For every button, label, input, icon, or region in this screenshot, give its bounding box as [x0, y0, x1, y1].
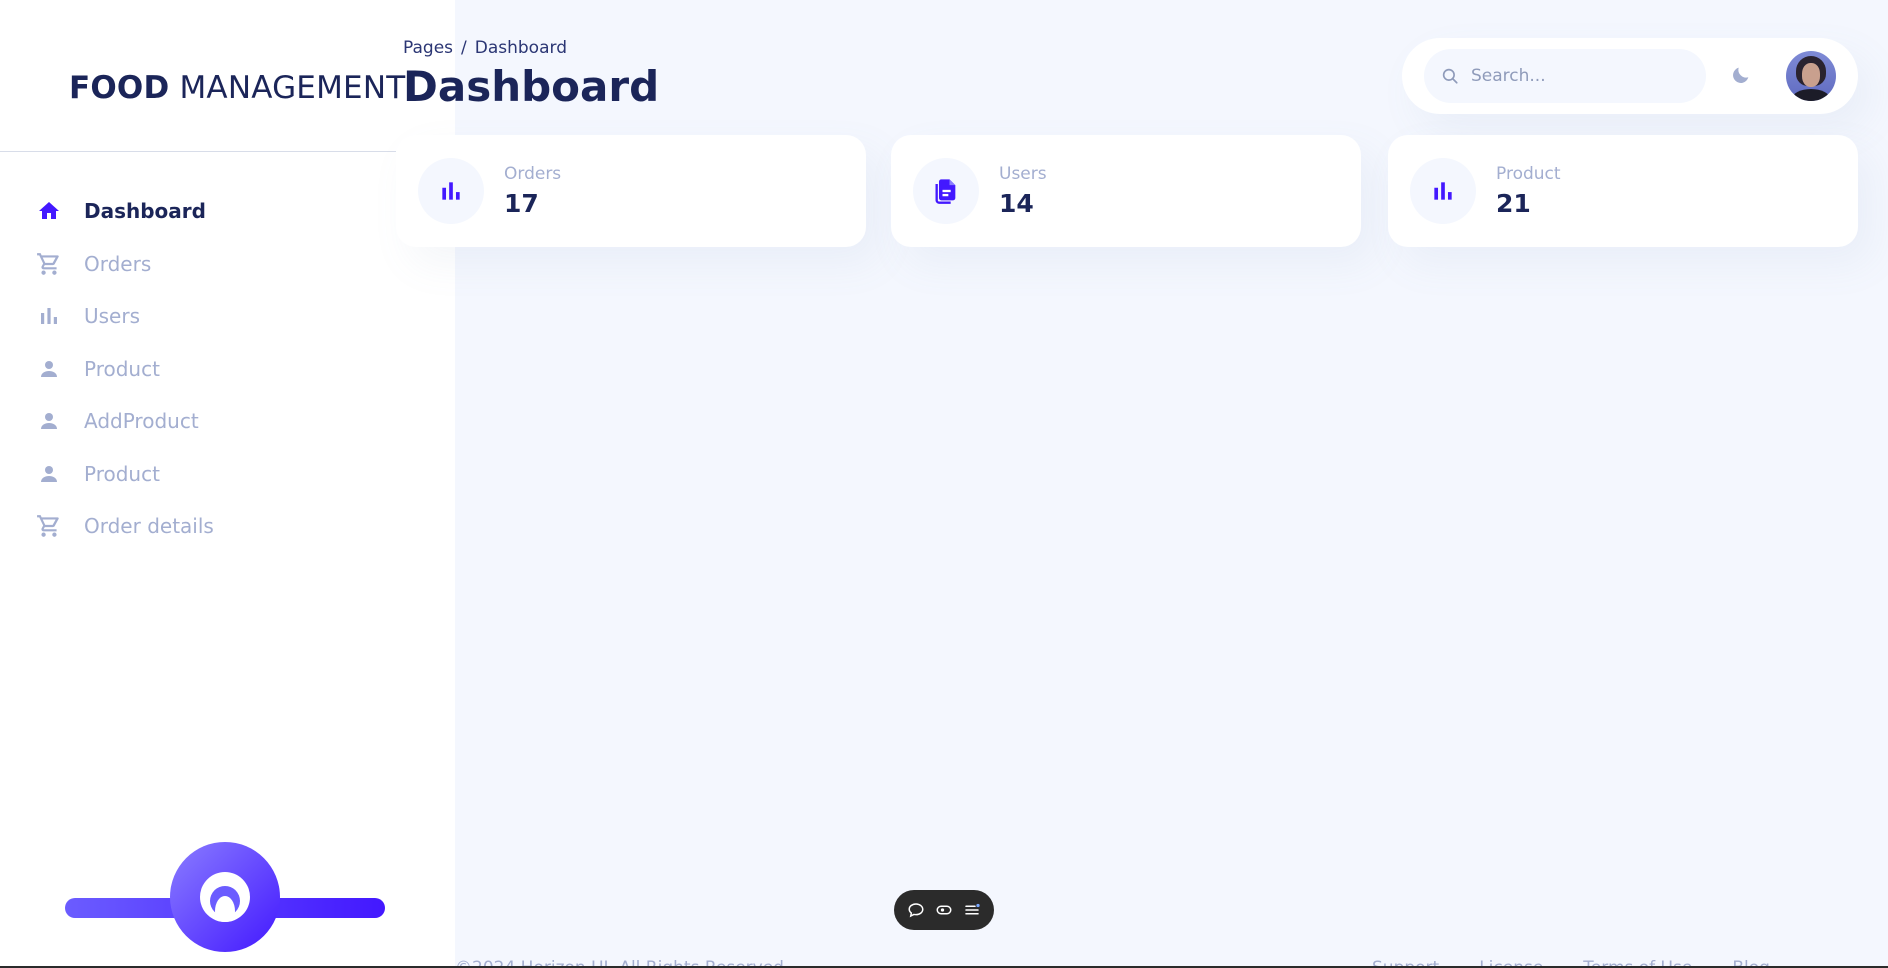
menu-icon[interactable]	[961, 899, 983, 921]
brand-divider	[0, 151, 396, 152]
sidebar-item-addproduct[interactable]: AddProduct	[0, 395, 455, 448]
home-icon	[34, 196, 64, 226]
sidebar-item-label: Dashboard	[84, 199, 206, 224]
search-icon	[1439, 65, 1461, 87]
promo-logo-circle	[170, 842, 280, 952]
sidebar-item-product[interactable]: Product	[0, 343, 455, 396]
breadcrumb-root[interactable]: Pages	[403, 38, 453, 58]
sidebar-item-users[interactable]: Users	[0, 290, 455, 343]
sidebar-item-order-details[interactable]: Order details	[0, 500, 455, 553]
stat-label: Product	[1496, 164, 1561, 184]
moon-icon[interactable]	[1730, 64, 1754, 88]
sidebar-item-dashboard[interactable]: Dashboard	[0, 185, 455, 238]
promo-logo-icon	[200, 872, 250, 922]
breadcrumb-separator: /	[461, 38, 467, 58]
sidebar-item-orders[interactable]: Orders	[0, 238, 455, 291]
breadcrumb-current[interactable]: Dashboard	[475, 38, 567, 58]
search-box	[1424, 49, 1706, 103]
page-title: Dashboard	[403, 62, 660, 111]
cart-icon	[34, 511, 64, 541]
person-icon	[34, 354, 64, 384]
stat-card-users: Users 14	[891, 135, 1361, 247]
bar-chart-icon	[34, 301, 64, 331]
person-icon	[34, 406, 64, 436]
avatar[interactable]	[1786, 51, 1836, 101]
documents-icon	[913, 158, 979, 224]
sidebar-nav: Dashboard Orders Users Product AddProduc…	[0, 185, 455, 553]
cart-icon	[34, 249, 64, 279]
brand-regular: MANAGEMENT	[179, 70, 406, 106]
sidebar-item-label: Orders	[84, 251, 152, 276]
bar-chart-icon	[418, 158, 484, 224]
topbar	[1402, 38, 1858, 114]
stat-card-orders: Orders 17	[396, 135, 866, 247]
sidebar-item-label: AddProduct	[84, 409, 199, 434]
comment-icon[interactable]	[905, 899, 927, 921]
sidebar-item-label: Order details	[84, 514, 214, 539]
sidebar: FOOD MANAGEMENT Dashboard Orders Users P…	[0, 0, 455, 968]
brand-bold: FOOD	[69, 70, 170, 106]
sidebar-item-label: Product	[84, 461, 160, 486]
sidebar-item-product-2[interactable]: Product	[0, 448, 455, 501]
stat-value: 21	[1496, 189, 1531, 218]
breadcrumb: Pages / Dashboard	[403, 38, 567, 58]
sidebar-promo-graphic	[65, 842, 385, 954]
stat-label: Users	[999, 164, 1047, 184]
sidebar-item-label: Product	[84, 356, 160, 381]
bar-chart-icon	[1410, 158, 1476, 224]
brand-logo[interactable]: FOOD MANAGEMENT	[69, 70, 405, 106]
stat-value: 17	[504, 189, 539, 218]
stat-card-product: Product 21	[1388, 135, 1858, 247]
stat-label: Orders	[504, 164, 562, 184]
stat-value: 14	[999, 189, 1034, 218]
search-input[interactable]	[1469, 65, 1693, 87]
eye-icon[interactable]	[933, 899, 955, 921]
sidebar-item-label: Users	[84, 304, 141, 329]
floating-toolbar	[894, 890, 994, 930]
person-icon	[34, 459, 64, 489]
